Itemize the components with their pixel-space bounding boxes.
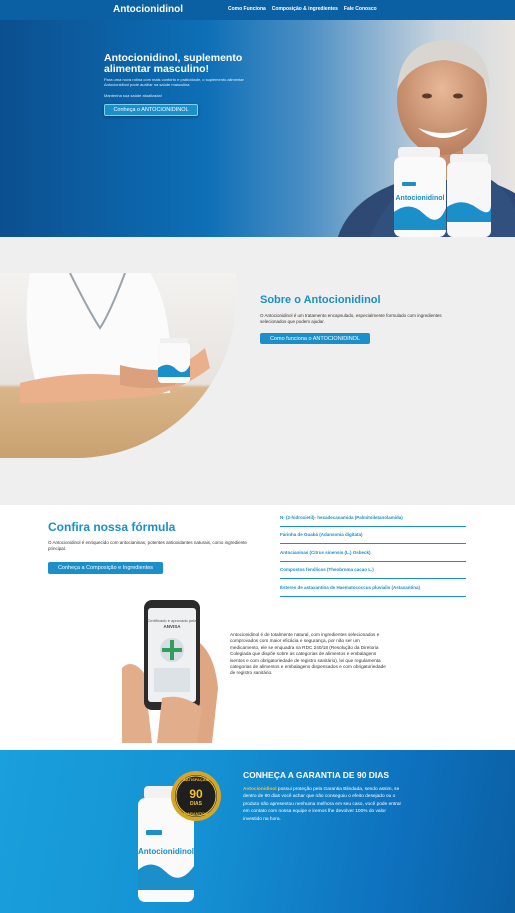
garantia-text: Antocionidinol possui proteção pela Gara… [243,786,403,823]
site-logo[interactable]: Antocionidinol [113,4,183,15]
ingredient-item: Farinha de Guabá (Adansonia digitata) [280,527,466,544]
nav-link-fale-conosco[interactable]: Fale Conosco [344,6,377,12]
seal-days: DIAS [190,801,203,807]
ingredient-list: N- (2-hidroxietil)- hexadecanamida (Palm… [280,509,466,597]
hero-subtext: Mantenha sua saúde atualizada! [104,93,162,98]
garantia-body: possui proteção pela Garantia Blindada, … [243,787,402,822]
ingredient-item: Antocianinas (Citrus sinensis (L.) Osbec… [280,544,466,562]
phone-in-hand-image: Certificado e aprovado pela ANVISA [122,598,218,743]
composicao-button[interactable]: Conheça a Composição e Ingredientes [48,562,163,574]
hero-description: Para uma nova rotina com mais conforto e… [104,77,244,87]
nav-link-como-funciona[interactable]: Como Funciona [228,6,266,12]
formula-title: Confira nossa fórmula [48,520,176,534]
phone-screen-anvisa: ANVISA [163,624,181,629]
ingredient-item: N- (2-hidroxietil)- hexadecanamida (Palm… [280,509,466,527]
nav-menu: Como Funciona Composição & ingredientes … [228,6,377,12]
satisfaction-seal-icon: SATISFAÇÃO 90 DIAS GARANTIDA [171,771,221,821]
ingredient-item: Ésteres de astaxantina de Haematococcus … [280,579,466,597]
hero-section: Antocionidinol Antocionidinol, suplement… [0,20,515,237]
top-nav: Antocionidinol Como Funciona Composição … [0,0,515,20]
phone-illustration: Certificado e aprovado pela ANVISA [122,600,218,743]
nav-link-composicao[interactable]: Composição & ingredientes [272,6,338,12]
garantia-bottle-label: Antocionidinol [138,847,194,856]
natural-text: Antocionidinol é de totalmente natural, … [230,632,386,676]
hero-cta-button[interactable]: Conheça o ANTOCIONIDINOL [104,104,198,116]
garantia-title: CONHEÇA A GARANTIA DE 90 DIAS [243,770,390,780]
hero-title: Antocionidinol, suplemento alimentar mas… [104,52,243,75]
sobre-title: Sobre o Antocionidinol [260,294,381,306]
seal-top-text: SATISFAÇÃO [183,777,208,782]
hero-product-bottles: Antocionidinol [394,147,492,237]
hero-bottle-label: Antocionidinol [396,195,445,202]
seal-bottom-text: GARANTIDA [184,811,208,816]
formula-text: O Antocionidinol é enriquecido com antoc… [48,540,247,551]
phone-screen-text: Certificado e aprovado pela [148,618,198,623]
sobre-text: O Antocionidinol é um tratamento encapsu… [260,313,442,324]
garantia-brand: Antocionidinol [243,787,277,792]
ingredient-item: Compostos fenólicos (Theobroma cacao L.) [280,562,466,579]
seal-number: 90 [189,787,203,801]
como-funciona-button[interactable]: Como funciona o ANTOCIONIDINOL [260,333,370,344]
